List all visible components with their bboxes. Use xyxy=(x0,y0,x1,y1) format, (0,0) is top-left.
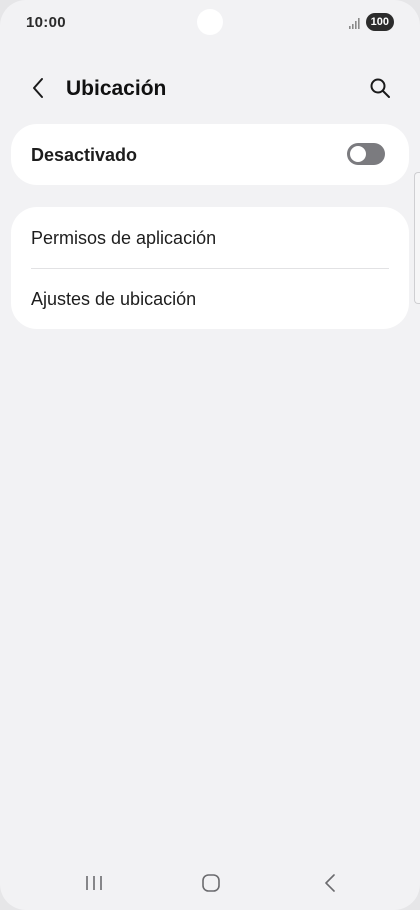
list-item-label: Permisos de aplicación xyxy=(31,228,217,248)
location-switch[interactable] xyxy=(347,143,385,165)
list-item-location-settings[interactable]: Ajustes de ubicación xyxy=(11,268,409,329)
home-button[interactable] xyxy=(191,870,231,900)
recents-icon xyxy=(84,874,104,897)
scroll-indicator[interactable] xyxy=(414,172,420,304)
camera-cutout xyxy=(197,9,223,35)
signal-icon xyxy=(348,16,362,29)
status-indicators: 100 xyxy=(348,13,394,31)
list-item-app-permissions[interactable]: Permisos de aplicación xyxy=(11,207,409,268)
switch-knob xyxy=(349,145,367,163)
battery-icon: 100 xyxy=(365,13,394,31)
location-toggle-label: Desactivado xyxy=(31,145,138,165)
status-bar: 10:00 100 xyxy=(0,0,420,46)
screen: 10:00 100 Ubicación Desactivado Permisos… xyxy=(0,0,420,910)
back-icon xyxy=(323,873,337,898)
home-icon xyxy=(201,873,221,898)
page-title: Ubicación xyxy=(66,77,167,100)
status-time: 10:00 xyxy=(26,14,66,31)
location-toggle-row[interactable]: Desactivado xyxy=(11,124,409,185)
settings-list: Permisos de aplicación Ajustes de ubicac… xyxy=(11,207,409,329)
search-button[interactable] xyxy=(366,76,394,104)
nav-back-button[interactable] xyxy=(310,870,350,900)
list-item-label: Ajustes de ubicación xyxy=(31,289,197,309)
navigation-bar xyxy=(0,860,420,910)
recents-button[interactable] xyxy=(74,870,114,900)
back-arrow-icon xyxy=(31,77,45,104)
app-header: Ubicación xyxy=(0,64,420,114)
search-icon xyxy=(369,77,391,104)
back-button[interactable] xyxy=(24,76,52,104)
